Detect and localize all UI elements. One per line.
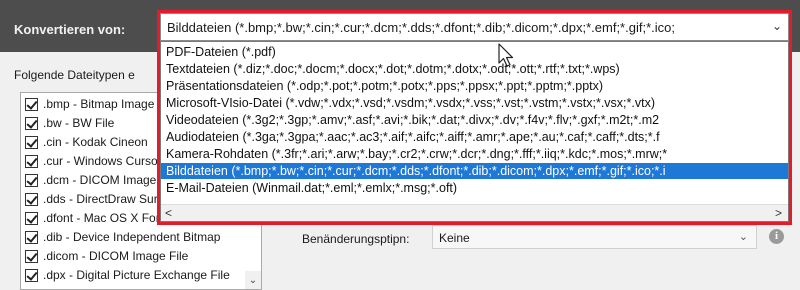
checkbox-checked-icon[interactable] <box>25 173 38 187</box>
checkbox-checked-icon[interactable] <box>25 268 38 282</box>
dropdown-item-images[interactable]: Bilddateien (*.bmp;*.bw;*.cin;*.cur;*.dc… <box>161 163 788 179</box>
mouse-cursor-icon <box>498 43 514 67</box>
checkbox-checked-icon[interactable] <box>25 154 38 168</box>
combobox-value: Bilddateien (*.bmp;*.bw;*.cin;*.cur;*.dc… <box>167 20 675 35</box>
list-item-label: .cin - Kodak Cineon <box>43 135 148 149</box>
list-item-label: .dcm - DICOM Image <box>43 173 157 187</box>
dropdown-item-presentation[interactable]: Präsentationsdateien (*.odp;*.pot;*.potm… <box>161 78 788 94</box>
dropdown-item-email[interactable]: E-Mail-Dateien (Winmail.dat;*.eml;*.emlx… <box>161 180 788 196</box>
file-category-dropdown[interactable]: PDF-Dateien (*.pdf) Textdateien (*.diz;*… <box>160 41 789 222</box>
horizontal-scrollbar[interactable]: < > <box>161 204 788 221</box>
list-item-label: .cur - Windows Cursor <box>43 154 162 168</box>
list-item-label: .dfont - Mac OS X Font <box>43 211 166 225</box>
list-item-label: .bmp - Bitmap Image <box>43 97 155 111</box>
checkbox-checked-icon[interactable] <box>25 116 38 130</box>
dropdown-item-text[interactable]: Textdateien (*.diz;*.doc;*.docm;*.docx;*… <box>161 61 788 77</box>
dropdown-item-pdf[interactable]: PDF-Dateien (*.pdf) <box>161 44 788 60</box>
list-item[interactable]: .dib - Device Independent Bitmap <box>21 229 261 245</box>
info-icon[interactable]: i <box>769 229 784 244</box>
rename-option-label: Benänderungsptipn: <box>302 232 410 246</box>
chevron-down-icon: ⌄ <box>738 231 748 243</box>
list-item-label: .bw - BW File <box>43 116 115 130</box>
chevron-down-icon: ⌄ <box>248 274 258 286</box>
checkbox-checked-icon[interactable] <box>25 249 38 263</box>
list-item-label: .dicom - DICOM Image File <box>43 249 189 263</box>
list-item[interactable]: .dpx - Digital Picture Exchange File <box>21 267 261 283</box>
checkbox-checked-icon[interactable] <box>25 192 38 206</box>
list-item[interactable]: .dicom - DICOM Image File <box>21 248 261 264</box>
dropdown-item-audio[interactable]: Audiodateien (*.3ga;*.3gpa;*.aac;*.ac3;*… <box>161 129 788 145</box>
convert-from-combobox[interactable]: Bilddateien (*.bmp;*.bw;*.cin;*.cur;*.dc… <box>160 13 789 41</box>
rename-option-select[interactable]: Keine ⌄ <box>432 225 757 249</box>
rename-option-value: Keine <box>439 231 470 245</box>
checkbox-checked-icon[interactable] <box>25 135 38 149</box>
checkbox-checked-icon[interactable] <box>25 211 38 225</box>
chevron-right-icon[interactable]: > <box>775 206 782 220</box>
chevron-left-icon[interactable]: < <box>165 206 172 220</box>
file-types-intro: Folgende Dateitypen e <box>14 68 135 82</box>
dropdown-item-video[interactable]: Videodateien (*.3g2;*.3gp;*.amv;*.asf;*.… <box>161 112 788 128</box>
chevron-down-icon[interactable]: ⌄ <box>772 19 782 33</box>
dropdown-item-camera-raw[interactable]: Kamera-Rohdaten (*.3fr;*.ari;*.arw;*.bay… <box>161 146 788 162</box>
checkbox-checked-icon[interactable] <box>25 230 38 244</box>
checkbox-checked-icon[interactable] <box>25 97 38 111</box>
list-item-label: .dib - Device Independent Bitmap <box>43 230 221 244</box>
dropdown-item-visio[interactable]: Microsoft-VIsio-Datei (*.vdw;*.vdx;*.vsd… <box>161 95 788 111</box>
convert-from-label: Konvertieren von: <box>14 22 126 37</box>
scroll-down-button[interactable]: ⌄ <box>245 271 261 289</box>
list-item-label: .dpx - Digital Picture Exchange File <box>43 268 230 282</box>
